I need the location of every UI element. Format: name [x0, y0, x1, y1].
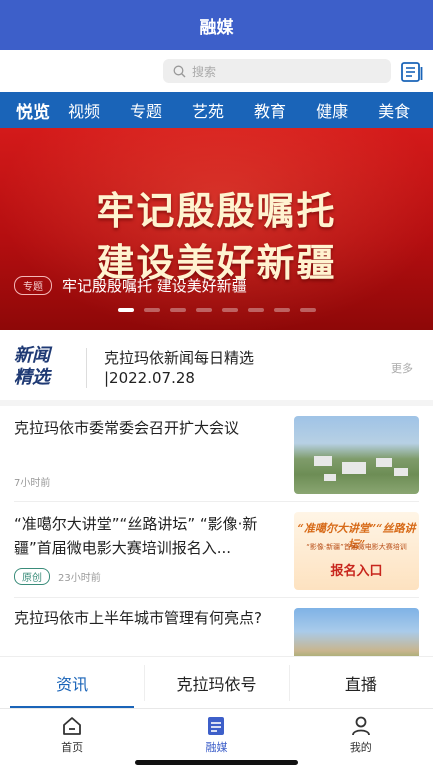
banner-caption-row: 专题 牢记殷殷嘱托 建设美好新疆 [14, 275, 247, 296]
article-meta: 原创 23小时前 [14, 568, 101, 585]
tab-yuelan[interactable]: 悦览 [16, 98, 50, 123]
thumbnail-text: “影像·新疆”首届微电影大赛培训 [306, 543, 407, 551]
search-placeholder: 搜索 [192, 64, 217, 79]
carousel-dot[interactable] [248, 308, 264, 312]
banner-carousel[interactable]: 牢记殷殷嘱托 建设美好新疆 专题 牢记殷殷嘱托 建设美好新疆 [0, 128, 433, 330]
article-title: “准噶尔大讲堂”“丝路讲坛” “影像·新疆”首届微电影大赛培训报名入... [14, 515, 258, 557]
channel-tabs: 悦览 视频 专题 艺苑 教育 健康 美食 [0, 92, 433, 128]
banner-caption: 牢记殷殷嘱托 建设美好新疆 [62, 277, 247, 295]
news-picks-title: 克拉玛依新闻每日精选 [104, 349, 255, 367]
news-picks-card[interactable]: 新闻 精选 克拉玛依新闻每日精选 |2022.07.28 更多 [0, 336, 433, 400]
media-icon [208, 717, 225, 735]
original-badge: 原创 [14, 568, 50, 585]
tab-video[interactable]: 视频 [68, 98, 100, 122]
title-bar: 融媒 [0, 0, 433, 50]
tab-karamay-accounts[interactable]: 克拉玛依号 [144, 657, 288, 709]
nav-profile-label: 我的 [349, 741, 372, 754]
article-time: 7小时前 [14, 478, 51, 489]
banner-headline-line1: 牢记殷殷嘱托 [96, 188, 337, 233]
home-indicator [135, 760, 298, 765]
article-time: 23小时前 [58, 573, 101, 584]
tab-topics[interactable]: 专题 [130, 98, 162, 122]
news-picks-logo-line2: 精选 [14, 367, 50, 388]
home-icon [63, 717, 82, 735]
article-thumbnail [294, 608, 419, 656]
thumbnail-text: 报名入口 [330, 564, 383, 579]
nav-home-label: 首页 [61, 741, 84, 754]
carousel-dot[interactable] [222, 308, 238, 312]
nav-home[interactable]: 首页 [0, 709, 144, 771]
tab-education[interactable]: 教育 [254, 98, 286, 122]
carousel-dot[interactable] [300, 308, 316, 312]
news-list-icon[interactable] [400, 61, 424, 83]
list-item[interactable]: 克拉玛依市委常委会召开扩大会议 7小时前 [0, 406, 433, 502]
news-picks-logo-line1: 新闻 [14, 345, 50, 366]
tab-news[interactable]: 资讯 [0, 657, 144, 709]
nav-profile[interactable]: 我的 [289, 709, 433, 771]
search-input[interactable]: 搜索 [163, 59, 391, 83]
article-thumbnail [294, 416, 419, 494]
carousel-indicator [118, 308, 326, 312]
page-title: 融媒 [199, 17, 234, 38]
more-link[interactable]: 更多 [391, 360, 413, 376]
article-title: 克拉玛依市委常委会召开扩大会议 [14, 419, 240, 437]
tab-arts[interactable]: 艺苑 [192, 98, 224, 122]
content-tabs: 资讯 克拉玛依号 直播 [0, 656, 433, 709]
divider [86, 348, 87, 388]
list-item[interactable]: “准噶尔大讲堂”“丝路讲坛” “影像·新疆”首届微电影大赛培训报名入... 原创… [0, 502, 433, 598]
person-icon [351, 716, 370, 736]
article-meta: 7小时前 [14, 474, 50, 489]
news-picks-logo: 新闻 精选 [14, 345, 66, 389]
carousel-dot[interactable] [118, 308, 134, 312]
list-item[interactable]: 克拉玛依市上半年城市管理有何亮点? [0, 598, 433, 656]
carousel-dot[interactable] [144, 308, 160, 312]
article-thumbnail: “准噶尔大讲堂”“丝路讲坛” “影像·新疆”首届微电影大赛培训 报名入口 [294, 512, 419, 590]
carousel-dot[interactable] [170, 308, 186, 312]
nav-media-label: 融媒 [205, 741, 228, 754]
search-icon [173, 65, 186, 77]
search-row: 搜索 [0, 50, 433, 92]
article-title: 克拉玛依市上半年城市管理有何亮点? [14, 609, 262, 627]
news-picks-date: |2022.07.28 [104, 369, 195, 387]
tab-live[interactable]: 直播 [288, 657, 433, 709]
carousel-dot[interactable] [274, 308, 290, 312]
news-picks-text: 克拉玛依新闻每日精选 |2022.07.28 [104, 348, 254, 388]
topic-badge: 专题 [14, 276, 52, 295]
tab-food[interactable]: 美食 [378, 98, 410, 122]
carousel-dot[interactable] [196, 308, 212, 312]
tab-health[interactable]: 健康 [316, 98, 348, 122]
